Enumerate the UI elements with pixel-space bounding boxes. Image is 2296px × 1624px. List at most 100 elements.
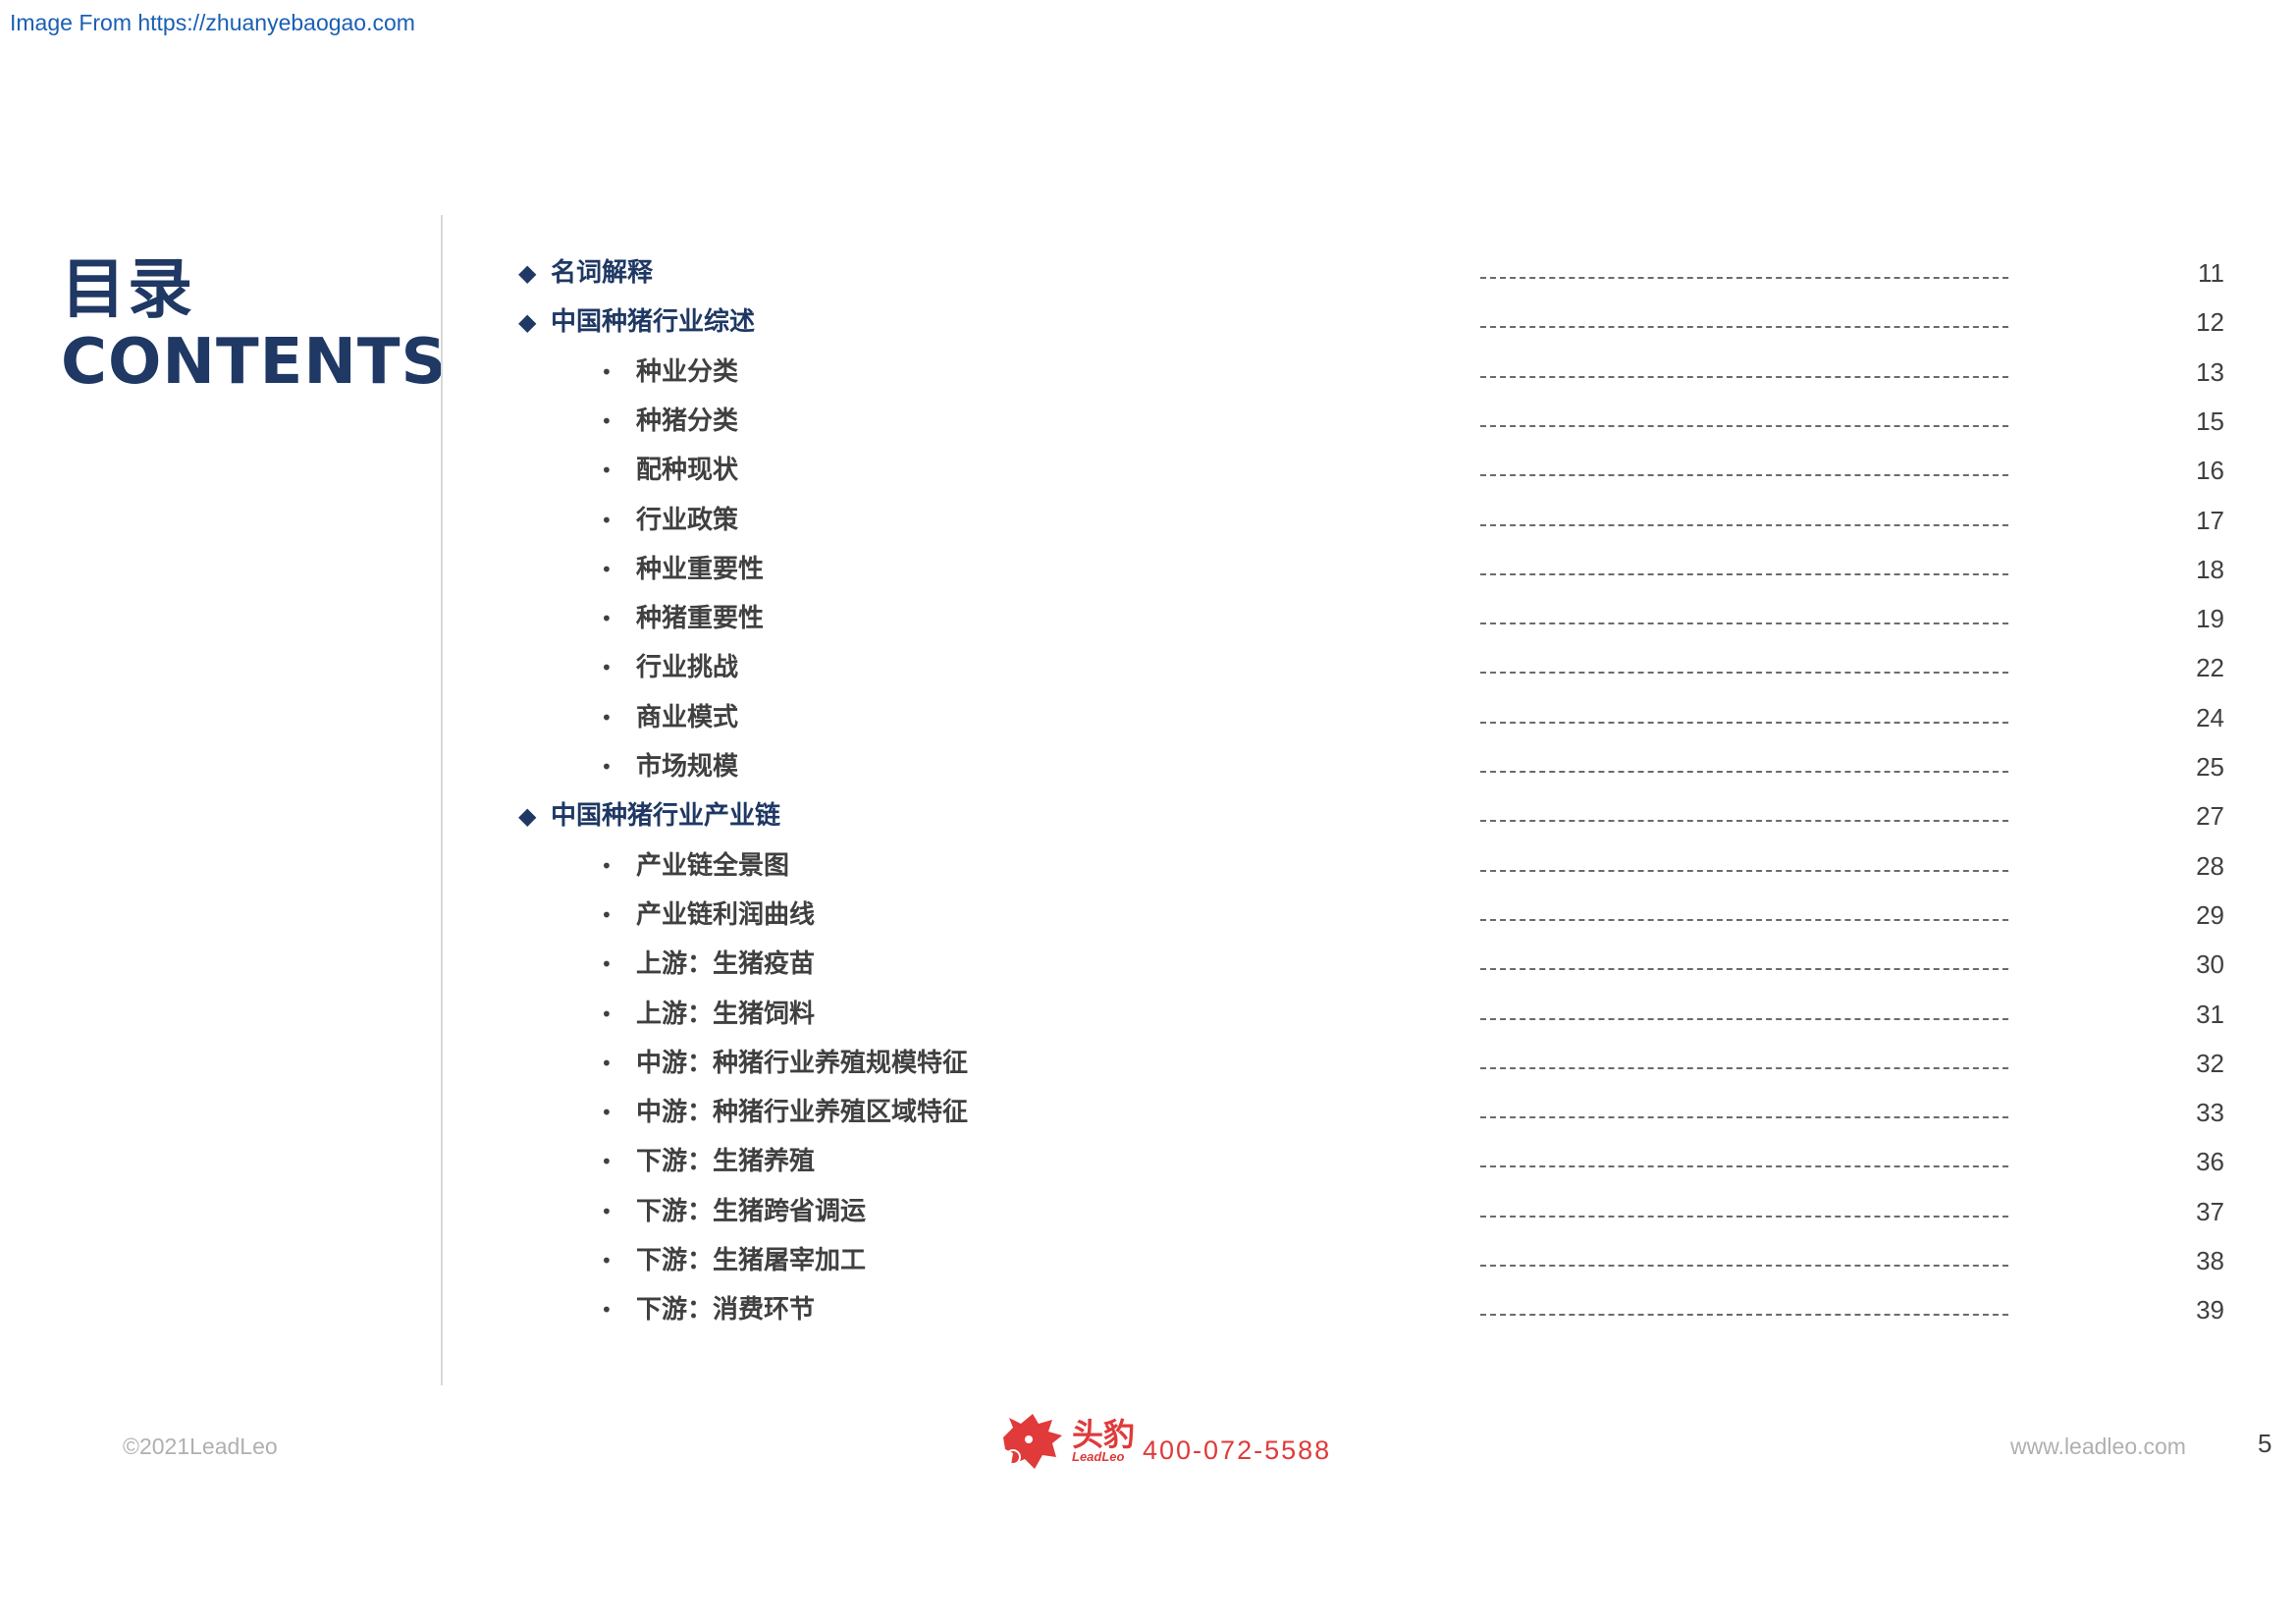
bullet-icon: • <box>601 1001 613 1026</box>
dotted-leader <box>1480 844 2008 888</box>
dotted-leader <box>1480 794 2008 838</box>
toc-entry-label: 下游：生猪跨省调运 <box>636 1196 867 1226</box>
toc-entry-label: 中游：种猪行业养殖区域特征 <box>636 1098 969 1128</box>
toc-section-row[interactable]: ◆ 中国种猪行业产业链 27 <box>0 794 2296 838</box>
copyright-text: ©2021LeadLeo <box>123 1434 278 1459</box>
dotted-leader <box>1480 251 2008 295</box>
bullet-icon: • <box>601 607 613 631</box>
toc-subitem-row[interactable]: • 种业重要性 18 <box>0 548 2296 591</box>
toc-page-number: 37 <box>2196 1196 2224 1226</box>
toc-entry-label: 上游：生猪饲料 <box>636 999 816 1029</box>
toc-entry-label: 下游：生猪屠宰加工 <box>636 1246 867 1275</box>
toc-subitem-row[interactable]: • 上游：生猪饲料 31 <box>0 993 2296 1036</box>
toc-page-number: 36 <box>2196 1147 2224 1177</box>
toc-subitem-row[interactable]: • 种猪分类 15 <box>0 400 2296 443</box>
dotted-leader <box>1480 1140 2008 1183</box>
toc-subitem-row[interactable]: • 行业挑战 22 <box>0 646 2296 689</box>
dotted-leader <box>1480 300 2008 344</box>
toc-entry-label: 种业分类 <box>636 356 739 387</box>
toc-page-number: 25 <box>2196 752 2224 782</box>
logo-english-name: LeadLeo <box>1072 1449 1125 1464</box>
diamond-icon: ◆ <box>518 308 537 337</box>
dotted-leader <box>1480 548 2008 591</box>
toc-subitem-row[interactable]: • 配种现状 16 <box>0 449 2296 492</box>
bullet-icon: • <box>601 1249 613 1272</box>
toc-page-number: 18 <box>2196 554 2224 584</box>
toc-page-number: 29 <box>2196 899 2224 930</box>
toc-page-number: 17 <box>2196 505 2224 535</box>
bullet-icon: • <box>601 656 613 680</box>
dotted-leader <box>1480 449 2008 492</box>
bullet-icon: • <box>601 853 613 878</box>
dotted-leader <box>1480 1042 2008 1085</box>
toc-subitem-row[interactable]: • 上游：生猪疫苗 30 <box>0 943 2296 986</box>
toc-page-number: 12 <box>2196 307 2224 338</box>
toc-page-number: 31 <box>2196 999 2224 1029</box>
toc-entry-label: 中游：种猪行业养殖规模特征 <box>636 1048 969 1078</box>
toc-subitem-row[interactable]: • 产业链利润曲线 29 <box>0 893 2296 937</box>
toc-entry-label: 行业政策 <box>636 505 739 535</box>
toc-subitem-row[interactable]: • 种猪重要性 19 <box>0 597 2296 640</box>
toc-entry-label: 种业重要性 <box>636 554 765 584</box>
dotted-leader <box>1480 1288 2008 1331</box>
toc-subitem-row[interactable]: • 产业链全景图 28 <box>0 844 2296 888</box>
bullet-icon: • <box>601 705 613 730</box>
bullet-icon: • <box>601 359 613 384</box>
dotted-leader <box>1480 351 2008 394</box>
toc-entry-label: 种猪分类 <box>636 406 739 436</box>
toc-page-number: 13 <box>2196 356 2224 387</box>
toc-subitem-row[interactable]: • 种业分类 13 <box>0 351 2296 394</box>
toc-page-number: 28 <box>2196 850 2224 881</box>
toc-subitem-row[interactable]: • 下游：生猪屠宰加工 38 <box>0 1239 2296 1282</box>
toc-page-number: 15 <box>2196 406 2224 436</box>
dotted-leader <box>1480 1091 2008 1134</box>
dotted-leader <box>1480 646 2008 689</box>
leopard-head-icon <box>1003 1414 1062 1469</box>
toc-section-row[interactable]: ◆ 中国种猪行业综述 12 <box>0 300 2296 344</box>
toc-subitem-row[interactable]: • 下游：消费环节 39 <box>0 1288 2296 1331</box>
toc-page-number: 32 <box>2196 1048 2224 1078</box>
dotted-leader <box>1480 696 2008 739</box>
source-link[interactable]: Image From https://zhuanyebaogao.com <box>10 10 415 36</box>
dotted-leader <box>1480 893 2008 937</box>
toc-subitem-row[interactable]: • 中游：种猪行业养殖规模特征 32 <box>0 1042 2296 1085</box>
toc-page-number: 39 <box>2196 1295 2224 1326</box>
dotted-leader <box>1480 1239 2008 1282</box>
toc-entry-label: 下游：生猪养殖 <box>636 1147 816 1177</box>
bullet-icon: • <box>601 557 613 581</box>
bullet-icon: • <box>601 902 613 927</box>
bullet-icon: • <box>601 459 613 483</box>
toc-entry-label: 中国种猪行业综述 <box>551 307 756 338</box>
toc-entry-label: 名词解释 <box>551 258 654 288</box>
toc-entry-label: 商业模式 <box>636 702 739 732</box>
toc-entry-label: 配种现状 <box>636 456 739 486</box>
dotted-leader <box>1480 943 2008 986</box>
diamond-icon: ◆ <box>518 259 537 287</box>
toc-subitem-row[interactable]: • 市场规模 25 <box>0 745 2296 788</box>
toc-subitem-row[interactable]: • 下游：生猪跨省调运 37 <box>0 1190 2296 1233</box>
dotted-leader <box>1480 400 2008 443</box>
bullet-icon: • <box>601 1150 613 1174</box>
bullet-icon: • <box>601 1101 613 1125</box>
bullet-icon: • <box>601 408 613 433</box>
toc-entry-label: 种猪重要性 <box>636 604 765 634</box>
toc-subitem-row[interactable]: • 行业政策 17 <box>0 499 2296 542</box>
bullet-icon: • <box>601 755 613 779</box>
toc-entry-label: 产业链全景图 <box>636 850 790 881</box>
bullet-icon: • <box>601 1298 613 1323</box>
dotted-leader <box>1480 993 2008 1036</box>
bullet-icon: • <box>601 508 613 532</box>
toc-page-number: 19 <box>2196 604 2224 634</box>
toc-section-row[interactable]: ◆ 名词解释 11 <box>0 251 2296 295</box>
dotted-leader <box>1480 1190 2008 1233</box>
toc-entry-label: 上游：生猪疫苗 <box>636 949 816 980</box>
toc-page-number: 22 <box>2196 653 2224 683</box>
toc-subitem-row[interactable]: • 下游：生猪养殖 36 <box>0 1140 2296 1183</box>
slide-number: 5 <box>2258 1429 2272 1458</box>
toc-page-number: 24 <box>2196 702 2224 732</box>
toc-page-number: 33 <box>2196 1098 2224 1128</box>
dotted-leader <box>1480 745 2008 788</box>
toc-subitem-row[interactable]: • 商业模式 24 <box>0 696 2296 739</box>
toc-entry-label: 产业链利润曲线 <box>636 899 816 930</box>
toc-subitem-row[interactable]: • 中游：种猪行业养殖区域特征 33 <box>0 1091 2296 1134</box>
